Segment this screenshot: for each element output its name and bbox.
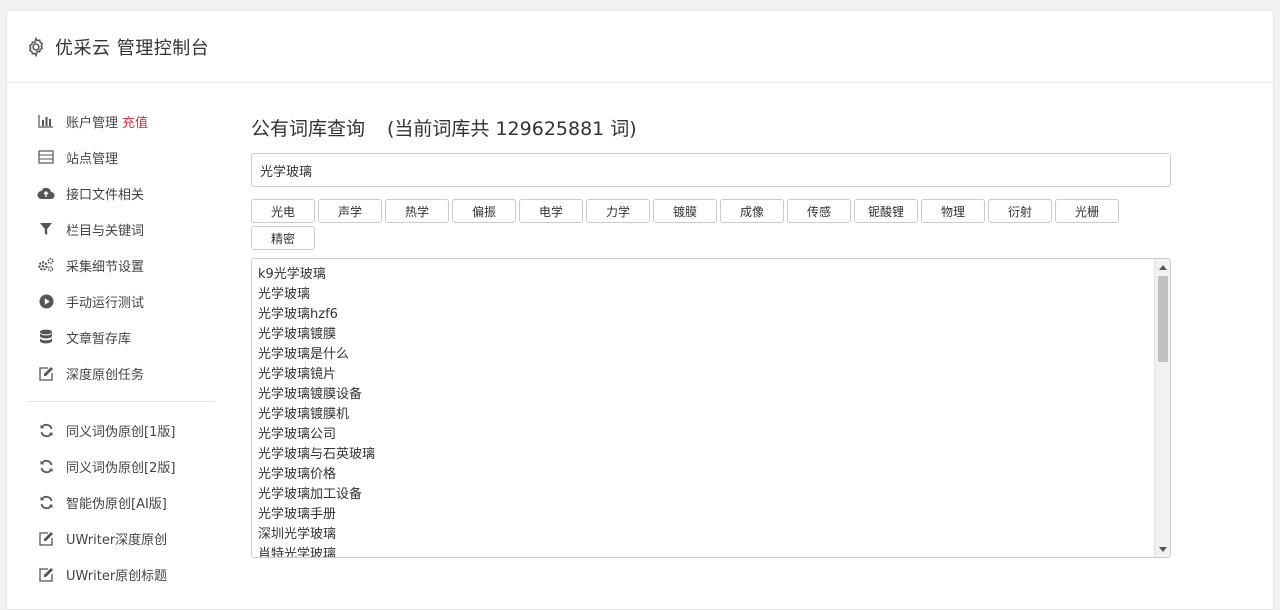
console-frame: 优采云 管理控制台 账户管理 充值 站点管理 接口文件相关 栏目与关键词 采集细… bbox=[6, 10, 1274, 610]
play-circle-icon bbox=[37, 293, 55, 309]
sidebar-item-synonym-v1[interactable]: 同义词伪原创[1版] bbox=[27, 412, 215, 448]
result-item[interactable]: 光学玻璃与石英玻璃 bbox=[258, 445, 1170, 465]
sidebar-item-label: 文章暂存库 bbox=[66, 331, 132, 347]
sidebar-item-deep-original[interactable]: 深度原创任务 bbox=[27, 355, 215, 391]
sidebar-item-label: 同义词伪原创[1版] bbox=[66, 424, 176, 440]
edit-icon bbox=[37, 365, 55, 381]
tag-button[interactable]: 物理 bbox=[921, 199, 985, 223]
result-item[interactable]: 光学玻璃手册 bbox=[258, 505, 1170, 525]
refresh-icon bbox=[37, 422, 55, 438]
category-tags: 光电 声学 热学 偏振 电学 力学 镀膜 成像 传感 铌酸锂 物理 衍射 光栅精密 bbox=[251, 199, 1151, 250]
sidebar-item-label: 同义词伪原创[2版] bbox=[66, 460, 176, 476]
result-item[interactable]: 光学玻璃镜片 bbox=[258, 365, 1170, 385]
sidebar-item-uwriter-deep[interactable]: UWriter深度原创 bbox=[27, 520, 215, 556]
tag-button[interactable]: 铌酸锂 bbox=[854, 199, 918, 223]
result-item[interactable]: 光学玻璃镀膜 bbox=[258, 325, 1170, 345]
recharge-link[interactable]: 充值 bbox=[122, 112, 148, 131]
word-count-text: (当前词库共 129625881 词) bbox=[387, 118, 637, 140]
sidebar-item-label: 手动运行测试 bbox=[66, 295, 145, 311]
sidebar: 账户管理 充值 站点管理 接口文件相关 栏目与关键词 采集细节设置 手动运行测试… bbox=[27, 103, 215, 592]
tag-button[interactable]: 热学 bbox=[385, 199, 449, 223]
tag-button[interactable]: 成像 bbox=[720, 199, 784, 223]
sidebar-item-label: UWriter原创标题 bbox=[66, 568, 168, 584]
tag-button[interactable]: 声学 bbox=[318, 199, 382, 223]
sidebar-item-label: 账户管理 bbox=[66, 115, 119, 131]
scroll-up-arrow-icon[interactable] bbox=[1155, 259, 1170, 275]
result-item[interactable]: 光学玻璃hzf6 bbox=[258, 305, 1170, 325]
edit-icon bbox=[37, 566, 55, 582]
tag-button[interactable]: 偏振 bbox=[452, 199, 516, 223]
tag-button[interactable]: 力学 bbox=[586, 199, 650, 223]
sidebar-item-collect-settings[interactable]: 采集细节设置 bbox=[27, 247, 215, 283]
result-item[interactable]: 光学玻璃镀膜设备 bbox=[258, 385, 1170, 405]
sidebar-item-manual-run[interactable]: 手动运行测试 bbox=[27, 283, 215, 319]
tag-button[interactable]: 镀膜 bbox=[653, 199, 717, 223]
sidebar-item-label: UWriter深度原创 bbox=[66, 532, 168, 548]
list-icon bbox=[37, 149, 55, 165]
refresh-icon bbox=[37, 458, 55, 474]
sidebar-item-sites[interactable]: 站点管理 bbox=[27, 139, 215, 175]
result-item[interactable]: 肖特光学玻璃 bbox=[258, 545, 1170, 557]
cloud-upload-icon bbox=[37, 185, 55, 201]
tag-button[interactable]: 衍射 bbox=[988, 199, 1052, 223]
result-list: k9光学玻璃 光学玻璃 光学玻璃hzf6 光学玻璃镀膜 光学玻璃是什么 光学玻璃镜片 光学玻… bbox=[252, 259, 1170, 557]
tag-button[interactable]: 电学 bbox=[519, 199, 583, 223]
refresh-icon bbox=[37, 494, 55, 510]
main-content: 公有词库查询 (当前词库共 129625881 词) 光电声学热学偏振电学力学镀膜… bbox=[251, 103, 1171, 558]
page-title-text: 公有词库查询 bbox=[251, 118, 366, 140]
sidebar-item-label: 栏目与关键词 bbox=[66, 223, 145, 239]
page-title: 公有词库查询 (当前词库共 129625881 词) bbox=[251, 107, 1171, 151]
sidebar-item-label: 采集细节设置 bbox=[66, 259, 145, 275]
sidebar-item-uwriter-title[interactable]: UWriter原创标题 bbox=[27, 556, 215, 592]
sidebar-item-columns[interactable]: 栏目与关键词 bbox=[27, 211, 215, 247]
sidebar-item-label: 深度原创任务 bbox=[66, 367, 145, 383]
result-item[interactable]: 光学玻璃加工设备 bbox=[258, 485, 1170, 505]
tag-button[interactable]: 传感 bbox=[787, 199, 851, 223]
tag-button[interactable]: 光栅 bbox=[1055, 199, 1119, 223]
tag-button[interactable]: 精密 bbox=[251, 226, 315, 250]
scroll-down-arrow-icon[interactable] bbox=[1155, 541, 1170, 557]
sidebar-item-label: 接口文件相关 bbox=[66, 187, 145, 203]
database-icon bbox=[37, 329, 55, 345]
sidebar-item-ai-rewrite[interactable]: 智能伪原创[AI版] bbox=[27, 484, 215, 520]
result-box[interactable]: k9光学玻璃 光学玻璃 光学玻璃hzf6 光学玻璃镀膜 光学玻璃是什么 光学玻璃镜片 光学玻… bbox=[251, 258, 1171, 558]
tag-button[interactable]: 光电 bbox=[251, 199, 315, 223]
result-item[interactable]: k9光学玻璃 bbox=[258, 265, 1170, 285]
sidebar-item-label: 智能伪原创[AI版] bbox=[66, 496, 167, 512]
sidebar-divider bbox=[27, 401, 215, 402]
sidebar-item-interface[interactable]: 接口文件相关 bbox=[27, 175, 215, 211]
sidebar-item-label: 站点管理 bbox=[66, 151, 119, 167]
result-item[interactable]: 光学玻璃价格 bbox=[258, 465, 1170, 485]
gear-icon bbox=[25, 36, 47, 58]
top-header: 优采云 管理控制台 bbox=[7, 11, 1273, 83]
cogs-icon bbox=[37, 257, 55, 273]
sidebar-item-account[interactable]: 账户管理 充值 bbox=[27, 103, 215, 139]
edit-icon bbox=[37, 530, 55, 546]
sidebar-item-synonym-v2[interactable]: 同义词伪原创[2版] bbox=[27, 448, 215, 484]
scroll-thumb[interactable] bbox=[1158, 276, 1168, 362]
result-item[interactable]: 深圳光学玻璃 bbox=[258, 525, 1170, 545]
result-item[interactable]: 光学玻璃镀膜机 bbox=[258, 405, 1170, 425]
sidebar-item-article-store[interactable]: 文章暂存库 bbox=[27, 319, 215, 355]
result-item[interactable]: 光学玻璃 bbox=[258, 285, 1170, 305]
result-item[interactable]: 光学玻璃是什么 bbox=[258, 345, 1170, 365]
filter-icon bbox=[37, 221, 55, 237]
result-item[interactable]: 光学玻璃公司 bbox=[258, 425, 1170, 445]
bar-chart-icon bbox=[37, 113, 55, 129]
console-title: 优采云 管理控制台 bbox=[55, 37, 210, 59]
search-input[interactable] bbox=[251, 153, 1171, 187]
scrollbar[interactable] bbox=[1154, 259, 1170, 557]
